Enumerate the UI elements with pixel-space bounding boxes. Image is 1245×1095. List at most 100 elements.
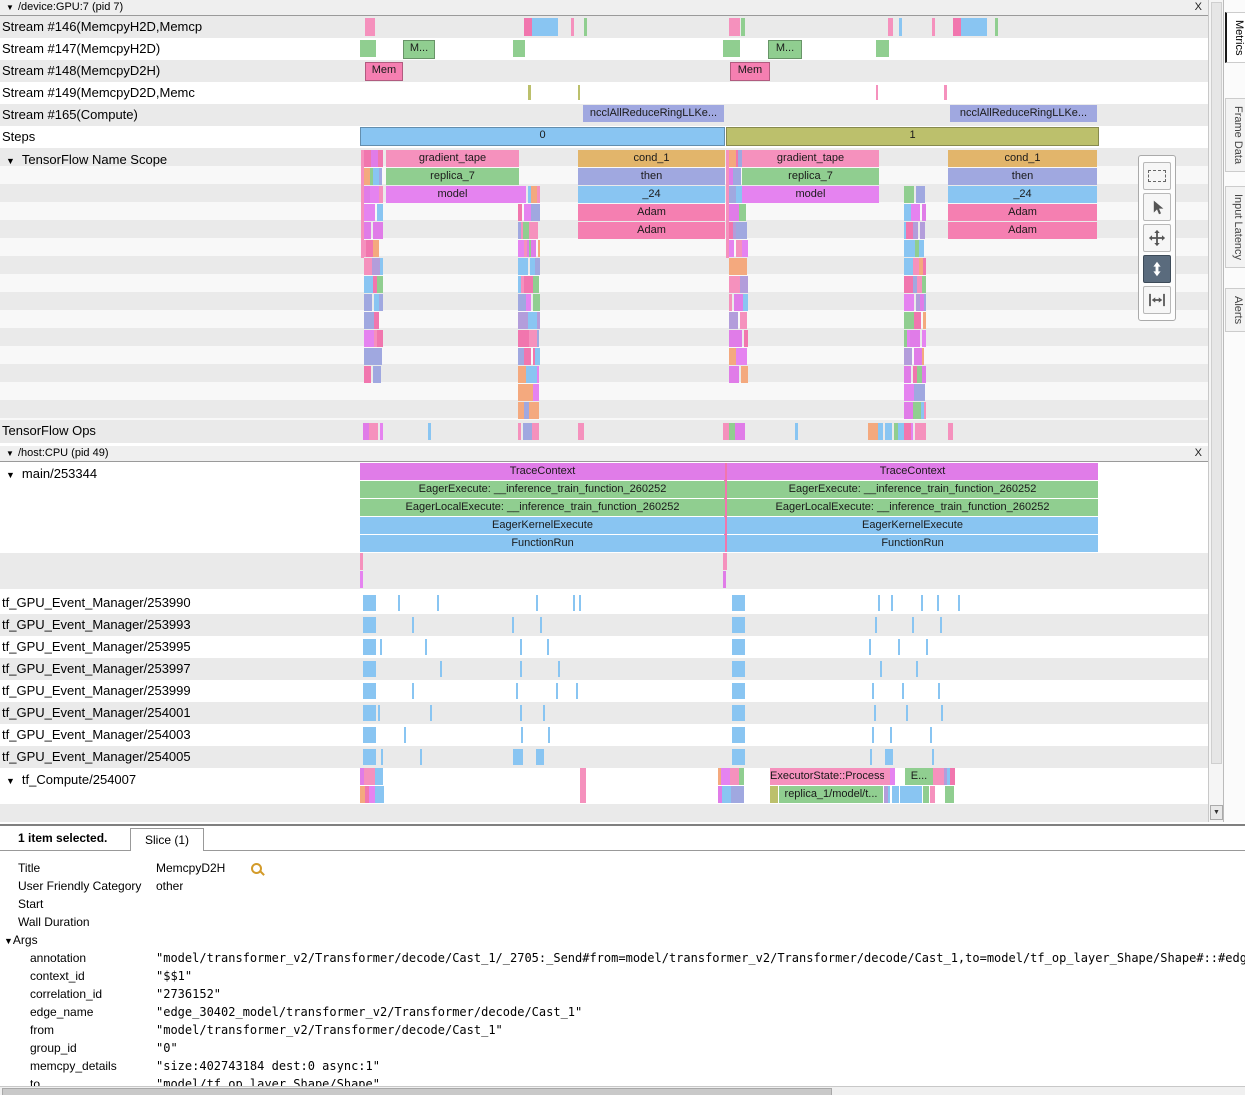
trace-event[interactable] [911,423,913,440]
trace-event[interactable] [922,348,925,365]
trace-event[interactable] [926,639,928,655]
trace-event[interactable] [512,617,514,633]
trace-event-memcpy[interactable]: M... [768,40,802,59]
trace-event[interactable] [729,258,738,275]
trace-event[interactable] [364,330,374,347]
trace-event[interactable] [364,294,372,311]
trace-event[interactable] [924,402,926,419]
trace-event[interactable] [904,240,915,257]
args-section-header[interactable]: ▼Args [0,931,1245,949]
trace-event-replica[interactable]: replica_7 [386,168,519,185]
gpu-section-close-button[interactable]: X [1195,0,1202,15]
trace-event[interactable] [738,258,747,275]
trace-event[interactable] [373,240,380,257]
trace-event[interactable] [732,749,745,765]
trace-event[interactable] [921,595,923,611]
trace-event-eager-kernel-execute[interactable]: EagerKernelExecute [727,517,1098,534]
trace-event-cond[interactable]: cond_1 [578,150,725,167]
trace-event[interactable] [360,553,363,570]
trace-event[interactable] [923,312,926,329]
trace-event[interactable] [526,294,532,311]
trace-event[interactable] [373,222,383,239]
trace-event[interactable] [734,294,743,311]
trace-event[interactable] [891,595,893,611]
trace-event[interactable] [906,705,908,721]
trace-event-then[interactable]: then [578,168,725,185]
trace-event-executor-state[interactable]: ExecutorState::Process [770,768,884,785]
trace-event[interactable] [364,222,371,239]
trace-event[interactable] [958,595,960,611]
trace-event[interactable] [916,186,925,203]
trace-event[interactable] [729,294,732,311]
trace-event-adam[interactable]: Adam [948,204,1097,221]
trace-event[interactable] [365,18,375,36]
trace-event[interactable] [543,705,545,721]
zoom-tool-button[interactable] [1143,255,1171,283]
trace-event-eager-execute[interactable]: EagerExecute: __inference_train_function… [727,481,1098,498]
trace-event[interactable] [944,85,947,100]
trace-event[interactable] [904,204,911,221]
trace-event[interactable] [950,768,955,785]
trace-event[interactable] [904,384,914,401]
trace-event[interactable] [732,595,745,611]
row-label-name-scope[interactable]: ▼TensorFlow Name Scope [6,148,167,173]
trace-event[interactable] [880,661,882,677]
trace-event[interactable] [900,786,922,803]
trace-event-replica-model[interactable]: replica_1/model/t... [779,786,883,803]
trace-event[interactable] [525,384,533,401]
trace-event[interactable] [364,312,374,329]
trace-event[interactable] [732,683,745,699]
vertical-scrollbar[interactable]: ▼ [1208,0,1223,822]
trace-event[interactable] [380,423,383,440]
trace-event[interactable] [377,204,383,221]
trace-event[interactable] [370,186,379,203]
trace-event[interactable] [904,423,912,440]
trace-event[interactable] [904,258,913,275]
trace-event[interactable] [914,312,922,329]
trace-event[interactable] [872,727,874,743]
trace-event[interactable] [516,683,518,699]
trace-event[interactable] [584,18,587,36]
trace-event-nccl[interactable]: ncclAllReduceRingLLKe... [950,105,1097,122]
trace-event[interactable] [578,423,584,440]
trace-event[interactable] [892,786,899,803]
trace-event[interactable] [878,423,883,440]
trace-event[interactable] [729,18,740,36]
collapse-icon[interactable]: ▼ [6,470,15,480]
trace-event[interactable] [723,40,740,57]
trace-event[interactable] [518,384,525,401]
trace-event[interactable] [420,749,422,765]
trace-event[interactable] [919,240,924,257]
trace-event[interactable] [741,18,745,36]
trace-event[interactable] [899,18,902,36]
trace-event[interactable] [930,727,932,743]
trace-event[interactable] [573,595,575,611]
trace-event-memcpy[interactable]: M... [403,40,435,59]
trace-event[interactable] [932,749,934,765]
trace-event[interactable] [380,639,382,655]
row-label-tf-compute[interactable]: ▼tf_Compute/254007 [6,768,136,793]
trace-event-24[interactable]: _24 [578,186,725,203]
trace-event[interactable] [910,330,920,347]
trace-event[interactable] [721,768,730,785]
trace-event[interactable] [364,768,372,785]
trace-event[interactable] [528,312,536,329]
trace-event[interactable] [743,294,748,311]
trace-event[interactable] [364,204,375,221]
area-select-tool-button[interactable] [1143,162,1171,190]
trace-event-truncated[interactable]: E... [905,768,933,785]
trace-event[interactable] [940,617,942,633]
trace-event[interactable] [922,366,926,383]
trace-event[interactable] [520,639,522,655]
trace-event[interactable] [914,348,922,365]
trace-event[interactable] [363,661,376,677]
trace-event[interactable] [878,595,880,611]
scrollbar-thumb[interactable] [2,1088,832,1095]
trace-event[interactable] [375,786,384,803]
trace-event[interactable] [941,705,943,721]
trace-event-adam[interactable]: Adam [948,222,1097,239]
trace-event[interactable] [556,683,558,699]
trace-event-adam[interactable]: Adam [578,222,725,239]
trace-event[interactable] [914,384,922,401]
trace-event[interactable] [729,276,740,293]
